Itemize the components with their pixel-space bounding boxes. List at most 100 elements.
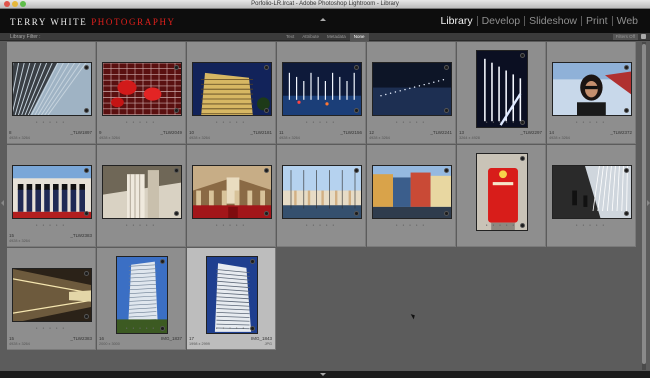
grid-cell[interactable]: ● ● ● ● ● 16 IMG_1837 2000 x 3000 [97, 248, 186, 350]
rating-stars[interactable]: ● ● ● ● ● [187, 326, 275, 330]
grid-cell[interactable]: ● ● ● ● ● [187, 145, 276, 247]
quick-collection-icon[interactable] [249, 259, 255, 264]
rating-stars[interactable]: ● ● ● ● ● [547, 223, 635, 227]
rating-stars[interactable]: ● ● ● ● ● [457, 120, 545, 124]
rotate-icon[interactable] [83, 314, 89, 319]
module-print[interactable]: Print [582, 15, 612, 27]
rating-stars[interactable]: ● ● ● ● ● [547, 120, 635, 124]
quick-collection-icon[interactable] [173, 65, 179, 70]
photo-thumbnail[interactable] [371, 62, 452, 116]
rotate-icon[interactable] [443, 211, 449, 216]
file-name: _TLW2181 [250, 130, 272, 135]
grid-cell[interactable]: ● ● ● ● ● [367, 145, 456, 247]
photo-thumbnail[interactable] [101, 62, 182, 116]
rotate-icon[interactable] [353, 211, 359, 216]
collapse-top-panel-icon[interactable] [320, 18, 326, 21]
rating-stars[interactable]: ● ● ● ● ● [367, 223, 455, 227]
collapse-bottom-panel-icon[interactable] [320, 373, 326, 376]
quick-collection-icon[interactable] [83, 168, 89, 173]
module-library[interactable]: Library [436, 15, 476, 27]
filter-tab-metadata[interactable]: Metadata [323, 33, 350, 41]
rotate-icon[interactable] [623, 108, 629, 113]
photo-thumbnail[interactable] [11, 165, 92, 219]
quick-collection-icon[interactable] [173, 168, 179, 173]
photo-thumbnail[interactable] [11, 268, 92, 322]
grid-cell[interactable]: ● ● ● ● ● [457, 145, 546, 247]
grid-cell[interactable]: ● ● ● ● ● 10 _TLW2181 4928 x 3264 [187, 42, 276, 144]
photo-thumbnail[interactable] [205, 256, 258, 334]
grid-cell[interactable]: ● ● ● ● ● 14 _TLW2372 4928 x 3264 [547, 42, 636, 144]
rotate-icon[interactable] [173, 211, 179, 216]
rotate-icon[interactable] [443, 108, 449, 113]
lock-icon[interactable] [641, 34, 646, 39]
photo-thumbnail[interactable] [11, 62, 92, 116]
photo-thumbnail[interactable] [191, 165, 272, 219]
grid-cell[interactable]: ● ● ● ● ● 15 _TLW2383 4928 x 3264 [7, 248, 96, 350]
filter-presets-dropdown[interactable]: Filters Off [612, 34, 638, 40]
quick-collection-icon[interactable] [263, 65, 269, 70]
photo-thumbnail[interactable] [475, 50, 528, 128]
grid-cell[interactable]: ● ● ● ● ● 9 _TLW2049 4928 x 3264 [97, 42, 186, 144]
rating-stars[interactable]: ● ● ● ● ● [457, 223, 545, 227]
quick-collection-icon[interactable] [263, 168, 269, 173]
scrollbar-thumb[interactable] [642, 44, 646, 364]
grid-cell[interactable]: ● ● ● ● ● [97, 145, 186, 247]
grid-scrollbar[interactable] [642, 42, 646, 370]
rating-stars[interactable]: ● ● ● ● ● [7, 120, 95, 124]
grid-cell[interactable]: ● ● ● ● ● [277, 145, 366, 247]
grid-cell[interactable]: ● ● ● ● ● 8 _TLW1897 4928 x 3264 [7, 42, 96, 144]
rating-stars[interactable]: ● ● ● ● ● [187, 120, 275, 124]
photo-thumbnail[interactable] [191, 62, 272, 116]
quick-collection-icon[interactable] [83, 65, 89, 70]
quick-collection-icon[interactable] [623, 168, 629, 173]
rotate-icon[interactable] [83, 211, 89, 216]
quick-collection-icon[interactable] [159, 259, 165, 264]
quick-collection-icon[interactable] [353, 65, 359, 70]
rotate-icon[interactable] [83, 108, 89, 113]
photo-thumbnail[interactable] [551, 62, 632, 116]
photo-thumbnail[interactable] [475, 153, 528, 231]
rating-stars[interactable]: ● ● ● ● ● [277, 223, 365, 227]
rotate-icon[interactable] [623, 211, 629, 216]
grid-cell[interactable]: ● ● ● ● ● 12 _TLW2241 4928 x 3264 [367, 42, 456, 144]
rating-stars[interactable]: ● ● ● ● ● [97, 223, 185, 227]
grid-cell[interactable]: ● ● ● ● ● 15 _TLW2383 4928 x 3264 [7, 145, 96, 247]
quick-collection-icon[interactable] [623, 65, 629, 70]
filter-tab-none[interactable]: None [349, 33, 369, 41]
rating-stars[interactable]: ● ● ● ● ● [277, 120, 365, 124]
left-panel-toggle-icon[interactable] [1, 200, 4, 206]
module-develop[interactable]: Develop [478, 15, 525, 27]
quick-collection-icon[interactable] [353, 168, 359, 173]
grid-cell[interactable]: ● ● ● ● ● 11 _TLW2156 4928 x 3264 [277, 42, 366, 144]
window-title: Porfolio-LR.lrcat - Adobe Photoshop Ligh… [251, 1, 399, 7]
photo-thumbnail[interactable] [551, 165, 632, 219]
rating-stars[interactable]: ● ● ● ● ● [187, 223, 275, 227]
filter-tab-text[interactable]: Text [282, 33, 298, 41]
file-name: _TLW2049 [160, 130, 182, 135]
photo-thumbnail[interactable] [281, 62, 362, 116]
photo-thumbnail[interactable] [101, 165, 182, 219]
rating-stars[interactable]: ● ● ● ● ● [97, 120, 185, 124]
quick-collection-icon[interactable] [83, 271, 89, 276]
photo-thumbnail[interactable] [371, 165, 452, 219]
grid-cell[interactable]: ● ● ● ● ● 13 _TLW2297 3264 x 4928 [457, 42, 546, 144]
quick-collection-icon[interactable] [519, 53, 525, 58]
grid-cell[interactable]: ● ● ● ● ● 17 IMG_1843 1998 x 2999 JPG [187, 248, 276, 350]
module-slideshow[interactable]: Slideshow [525, 15, 581, 27]
filter-tab-attribute[interactable]: Attribute [298, 33, 323, 41]
quick-collection-icon[interactable] [519, 156, 525, 161]
rating-stars[interactable]: ● ● ● ● ● [7, 326, 95, 330]
rotate-icon[interactable] [173, 108, 179, 113]
rating-stars[interactable]: ● ● ● ● ● [367, 120, 455, 124]
quick-collection-icon[interactable] [443, 168, 449, 173]
rotate-icon[interactable] [263, 108, 269, 113]
rating-stars[interactable]: ● ● ● ● ● [7, 223, 95, 227]
module-web[interactable]: Web [613, 15, 642, 27]
photo-thumbnail[interactable] [281, 165, 362, 219]
photo-thumbnail[interactable] [115, 256, 168, 334]
quick-collection-icon[interactable] [443, 65, 449, 70]
rotate-icon[interactable] [353, 108, 359, 113]
rating-stars[interactable]: ● ● ● ● ● [97, 326, 185, 330]
rotate-icon[interactable] [263, 211, 269, 216]
grid-cell[interactable]: ● ● ● ● ● [547, 145, 636, 247]
